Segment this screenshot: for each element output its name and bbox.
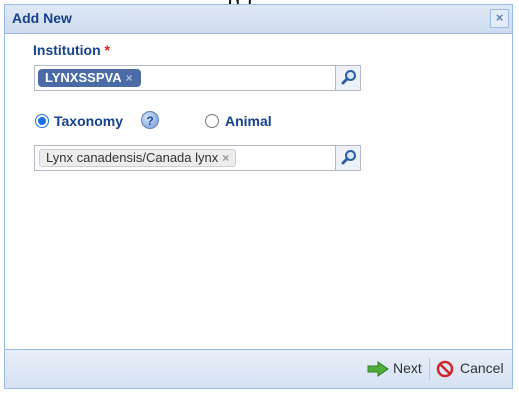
cancel-button-label: Cancel <box>460 360 504 376</box>
institution-field[interactable]: LYNXSSPVA × <box>34 65 361 91</box>
taxonomy-field[interactable]: Lynx canadensis/Canada lynx × <box>34 145 361 171</box>
required-marker: * <box>104 42 110 58</box>
taxonomy-token-remove-icon[interactable]: × <box>222 151 229 165</box>
arrow-right-icon <box>367 361 389 377</box>
dialog-titlebar[interactable]: Add New × <box>5 5 512 34</box>
add-new-dialog: Add New × Institution * LYNXSSPVA × Taxon… <box>4 4 513 389</box>
taxonomy-token[interactable]: Lynx canadensis/Canada lynx × <box>39 149 237 167</box>
taxonomy-radio-label[interactable]: Taxonomy <box>54 113 123 129</box>
close-button[interactable]: × <box>490 9 509 28</box>
next-button-label: Next <box>393 360 422 376</box>
institution-label: Institution * <box>33 42 110 58</box>
institution-search-button[interactable] <box>335 66 360 90</box>
animal-radio[interactable] <box>205 114 219 128</box>
animal-radio-label[interactable]: Animal <box>225 113 272 129</box>
footer-divider <box>429 358 430 380</box>
close-icon: × <box>495 10 504 25</box>
taxonomy-radio[interactable] <box>35 114 49 128</box>
cancel-icon <box>436 360 454 378</box>
institution-token-label: LYNXSSPVA <box>45 70 122 85</box>
taxonomy-search-button[interactable] <box>335 146 360 170</box>
magnifier-icon <box>341 70 356 85</box>
help-icon[interactable]: ? <box>141 111 159 129</box>
dialog-footer: Next Cancel <box>5 349 512 388</box>
magnifier-icon <box>341 150 356 165</box>
institution-token-remove-icon[interactable]: × <box>126 71 133 85</box>
taxonomy-token-label: Lynx canadensis/Canada lynx <box>46 150 219 165</box>
dialog-title: Add New <box>12 10 72 26</box>
institution-token[interactable]: LYNXSSPVA × <box>38 69 141 87</box>
institution-label-text: Institution <box>33 42 101 58</box>
